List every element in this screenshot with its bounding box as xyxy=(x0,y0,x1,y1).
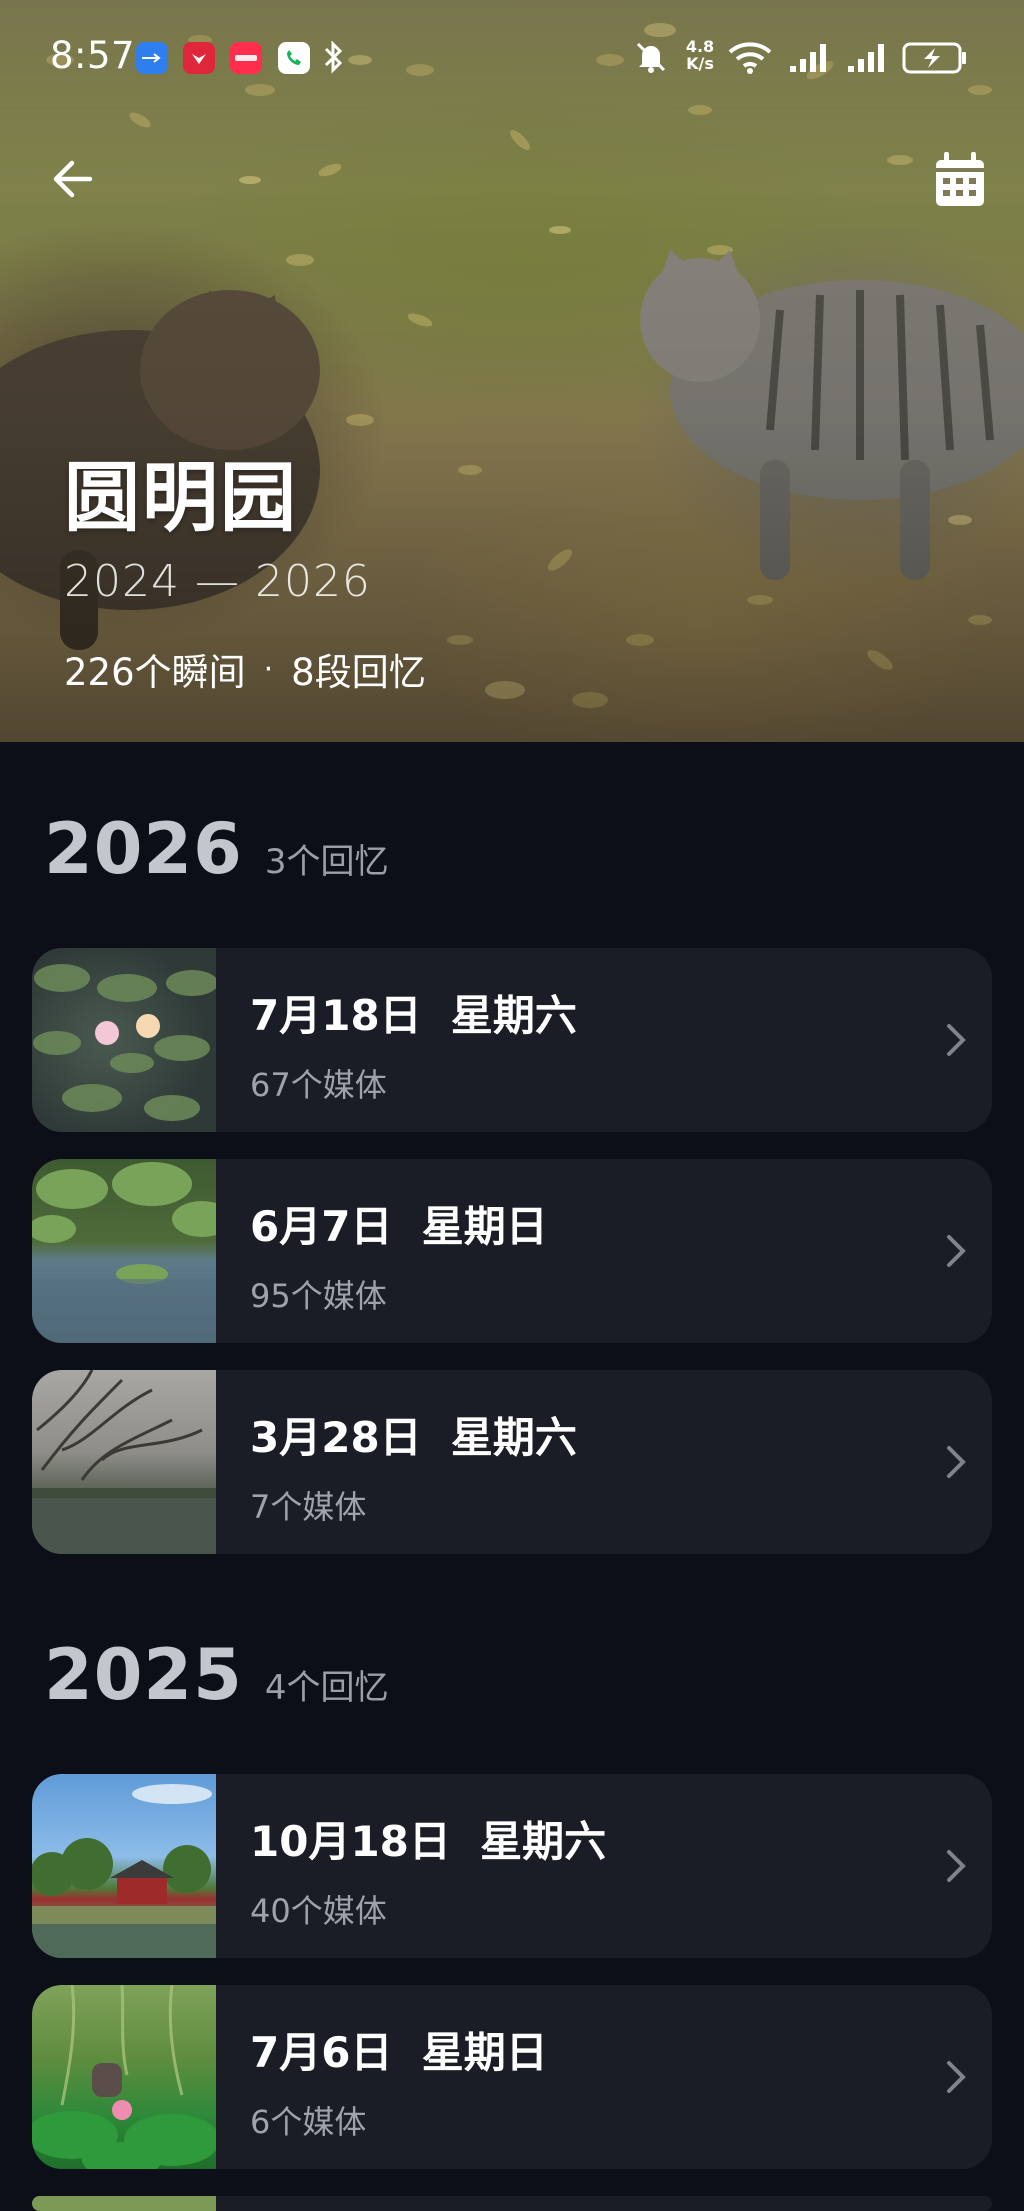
battery-charging-icon xyxy=(902,42,968,78)
mute-icon xyxy=(634,40,668,78)
year-label: 2025 xyxy=(44,1634,243,1716)
memory-card[interactable]: 7月18日 星期六 67个媒体 xyxy=(32,948,992,1132)
memory-date: 6月7日 星期日 xyxy=(250,1202,548,1251)
memory-card[interactable]: 3月28日 星期六 7个媒体 xyxy=(32,1370,992,1554)
album-stats: 226个瞬间 · 8段回忆 xyxy=(64,642,426,696)
phone-app-icon xyxy=(278,42,310,74)
memory-thumbnail xyxy=(32,1370,216,1554)
signal-icon-2 xyxy=(846,40,890,78)
memory-thumbnail xyxy=(32,1774,216,1958)
year-memory-count: 4个回忆 xyxy=(264,1668,389,1708)
chevron-right-icon xyxy=(947,1446,966,1478)
memory-card[interactable]: 6月7日 星期日 95个媒体 xyxy=(32,1159,992,1343)
huawei-app-icon xyxy=(183,42,215,74)
memory-card[interactable]: 7月6日 星期日 6个媒体 xyxy=(32,1985,992,2169)
status-time: 8:57 xyxy=(50,34,136,77)
hero-cover-image: 8:57 4.8 K/s 圆明园 2024 — 2026 226个瞬间 · 8段… xyxy=(0,0,1024,742)
year-memory-count: 3个回忆 xyxy=(264,842,389,882)
memory-thumbnail xyxy=(32,1985,216,2169)
year-header-2026: 2026 3个回忆 xyxy=(44,808,388,890)
network-speed: 4.8 K/s xyxy=(685,37,715,73)
chevron-right-icon xyxy=(947,1024,966,1056)
back-arrow-icon xyxy=(53,160,93,198)
memory-thumbnail xyxy=(32,1159,216,1343)
memory-media-count: 95个媒体 xyxy=(250,1277,387,1315)
chevron-right-icon xyxy=(947,1235,966,1267)
album-year-range: 2024 — 2026 xyxy=(64,556,371,607)
usb-icon xyxy=(136,42,168,74)
memory-date: 7月6日 星期日 xyxy=(250,2028,548,2077)
status-bar: 8:57 4.8 K/s xyxy=(0,0,1024,118)
memory-media-count: 40个媒体 xyxy=(250,1892,387,1930)
memory-date: 3月28日 星期六 xyxy=(250,1413,577,1462)
memory-thumbnail xyxy=(32,948,216,1132)
memories-count: 8段回忆 xyxy=(291,651,426,694)
memory-media-count: 67个媒体 xyxy=(250,1066,387,1104)
memory-date: 10月18日 星期六 xyxy=(250,1817,607,1866)
signal-icon xyxy=(788,40,832,78)
stats-separator: · xyxy=(263,651,274,687)
memory-card[interactable]: 10月18日 星期六 40个媒体 xyxy=(32,1774,992,1958)
memory-date: 7月18日 星期六 xyxy=(250,991,577,1040)
album-title: 圆明园 xyxy=(64,453,298,542)
bluetooth-icon xyxy=(322,40,344,78)
year-header-2025: 2025 4个回忆 xyxy=(44,1634,388,1716)
moments-count: 226个瞬间 xyxy=(64,651,246,694)
xiaohongshu-app-icon xyxy=(230,42,262,74)
calendar-button[interactable] xyxy=(932,150,988,210)
memory-card-partial[interactable] xyxy=(32,2196,992,2211)
wifi-icon xyxy=(728,40,772,78)
back-button[interactable] xyxy=(46,152,100,206)
memory-media-count: 6个媒体 xyxy=(250,2103,367,2141)
chevron-right-icon xyxy=(947,1850,966,1882)
year-label: 2026 xyxy=(44,808,243,890)
memory-media-count: 7个媒体 xyxy=(250,1488,367,1526)
chevron-right-icon xyxy=(947,2061,966,2093)
memory-thumbnail xyxy=(32,2196,216,2211)
calendar-icon xyxy=(936,152,984,206)
